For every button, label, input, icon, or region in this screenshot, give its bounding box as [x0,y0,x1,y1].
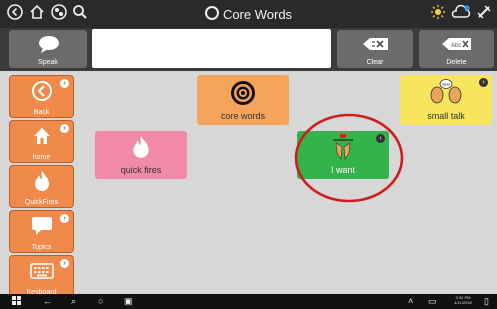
delete-label: Delete [446,59,467,66]
page-title: Core Words [0,6,497,22]
clock-date: 4/11/2018 [454,300,472,305]
chevron-up-icon[interactable]: ˄ [408,296,413,307]
notifications-icon[interactable]: ▯ [484,296,489,307]
cloud-icon[interactable] [451,4,471,22]
settings-icon[interactable] [475,4,493,22]
taskbar: ← ⌕ ○ ▣ ˄ ▭ 3:32 PM 4/11/2018 ▯ [0,294,497,309]
app-window: Core Words Speak Clear Abc Delete › Back… [0,0,497,309]
speech-bubble-icon [39,36,59,53]
clock[interactable]: 3:32 PM 4/11/2018 [448,295,478,305]
cortana-icon[interactable]: ○ [98,296,103,307]
delete-button[interactable]: Abc Delete [419,30,494,68]
clear-button[interactable]: Clear [337,30,413,68]
speak-button[interactable]: Speak [9,30,87,68]
svg-text:Abc: Abc [451,43,461,49]
clear-label: Clear [366,59,384,66]
network-icon[interactable]: ▭ [428,296,437,307]
delete-icon: Abc [442,38,471,50]
core-words-grid: › Back › home QuickFires › Topics › Keyb… [0,71,497,298]
back-arrow-icon[interactable]: ← [43,296,52,307]
task-view-icon[interactable]: ▣ [124,296,133,307]
speak-label: Speak [38,59,58,66]
top-bar: Core Words [0,0,497,28]
message-bar: Speak Clear Abc Delete [0,28,497,71]
message-box[interactable] [92,29,331,68]
search-icon[interactable]: ⌕ [71,296,76,307]
windows-start-icon[interactable] [12,296,21,308]
brightness-icon[interactable] [429,4,447,22]
highlight-annotation [294,113,404,203]
target-icon [204,6,219,20]
clear-icon [363,38,388,50]
